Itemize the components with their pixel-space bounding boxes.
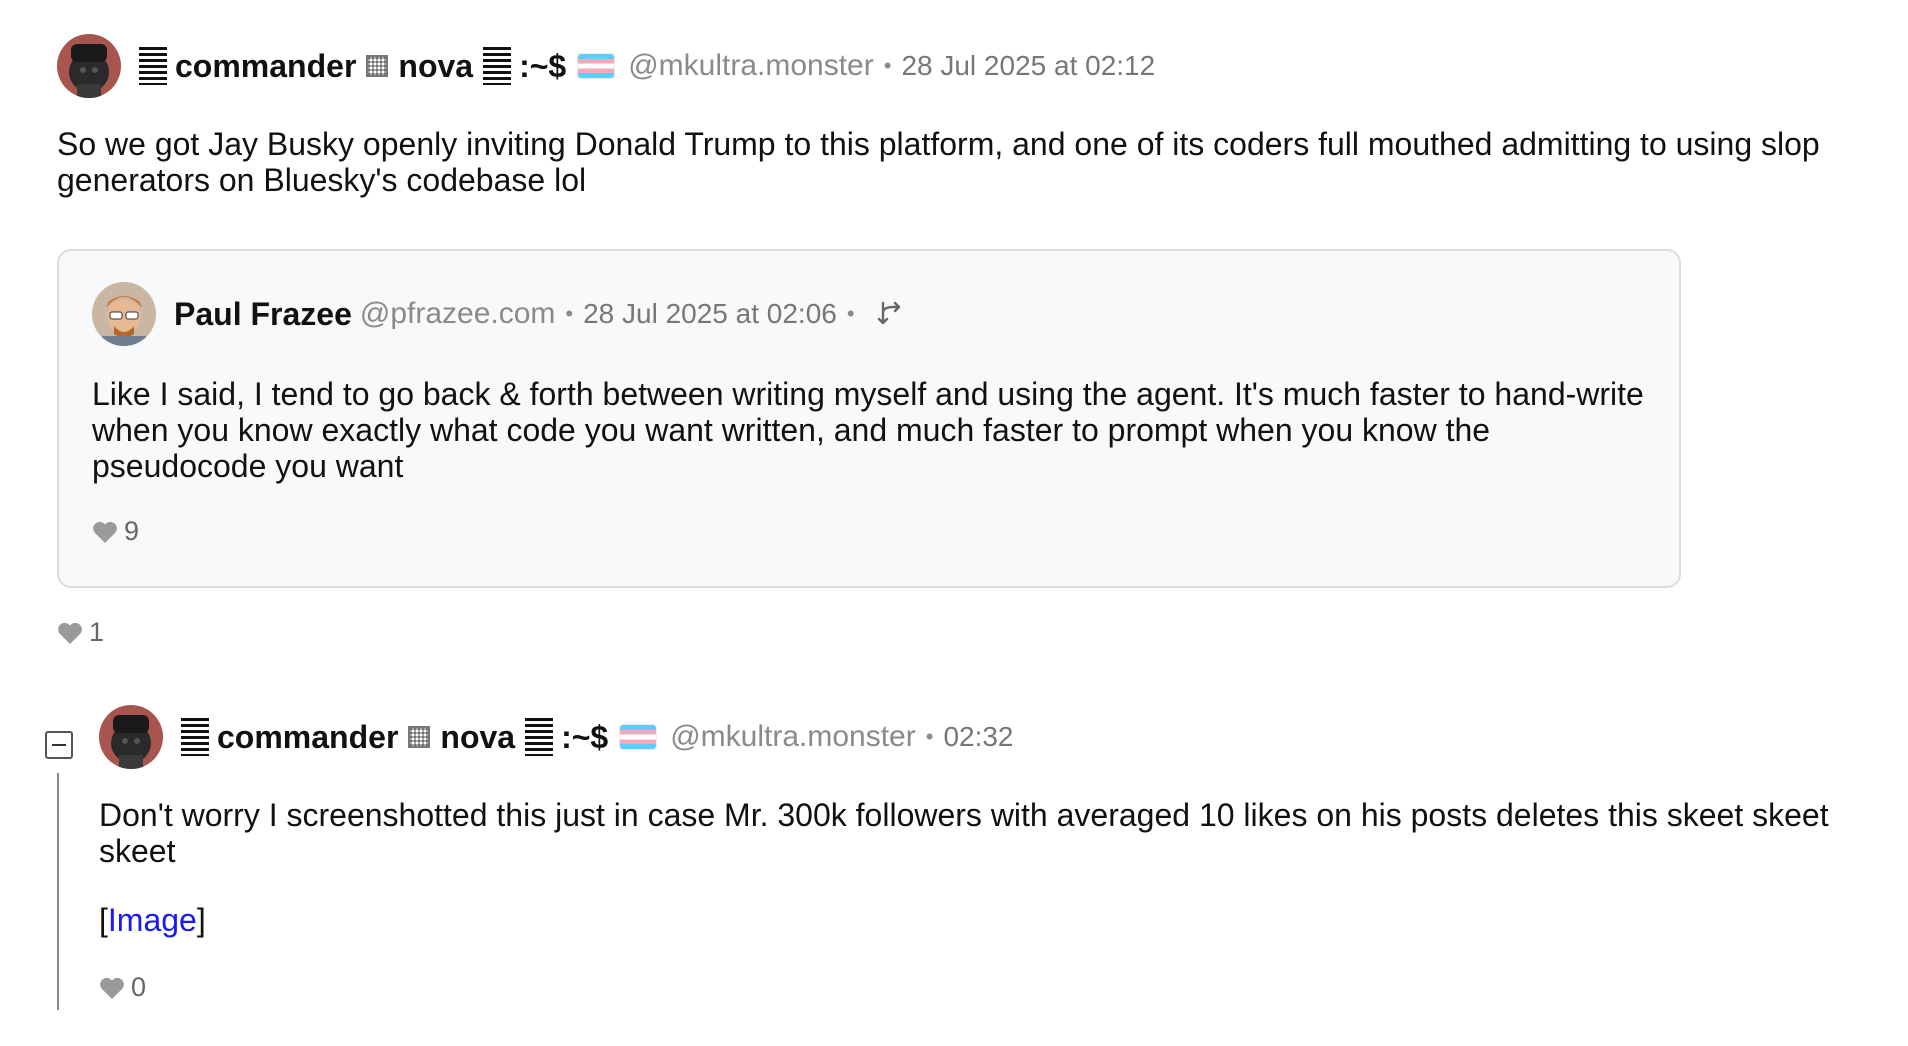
quote-like-button[interactable]: 9 [92,516,139,547]
author-name-tail: :~$ [519,47,567,84]
stripes-glyph-icon [139,47,167,85]
author-display-name[interactable]: commander nova :~$ [181,718,608,756]
thread-line[interactable] [57,773,59,1010]
heart-icon [100,977,124,999]
post-like-button[interactable]: 1 [57,617,104,648]
reply-like-button[interactable]: 0 [99,972,146,1003]
author-name-tail: :~$ [561,718,609,755]
author-display-name[interactable]: commander nova :~$ [139,47,566,85]
reply-timestamp[interactable]: 02:32 [943,721,1013,753]
post-like-count: 1 [89,617,105,647]
image-link[interactable]: Image [108,902,197,938]
post-header: commander nova :~$ @mkultra.monster • 28… [57,34,1155,98]
heart-icon [58,622,82,644]
link-bracket-open: [ [99,902,108,938]
box-glyph-icon [366,55,389,77]
avatar-image [92,282,156,346]
post-timestamp[interactable]: 28 Jul 2025 at 02:12 [901,50,1155,82]
image-link-wrapper: [Image] [99,902,206,938]
quote-text: Like I said, I tend to go back & forth b… [92,376,1644,484]
author-name-prefix: commander [175,47,357,84]
transgender-flag-icon [578,54,615,78]
quote-author-name[interactable]: Paul Frazee [174,296,352,333]
box-glyph-icon [408,726,431,748]
reply-like-count: 0 [131,972,147,1002]
link-bracket-close: ] [196,902,206,938]
author-handle[interactable]: @mkultra.monster [628,49,874,83]
separator-dot: • [925,724,934,749]
quote-timestamp[interactable]: 28 Jul 2025 at 02:06 [583,298,837,330]
stripes-glyph-icon [181,718,209,756]
avatar-image [57,34,121,98]
separator-dot: • [846,301,855,326]
reply-branch-icon[interactable] [875,299,905,329]
heart-icon [93,521,117,543]
avatar[interactable] [92,282,156,346]
author-name-suffix: nova [440,718,516,755]
separator-dot: • [565,301,574,326]
reply-header: commander nova :~$ @mkultra.monster • 02… [99,705,1014,769]
post-text: So we got Jay Busky openly inviting Dona… [57,126,1820,198]
avatar[interactable] [99,705,163,769]
author-name-suffix: nova [398,47,474,84]
stripes-glyph-icon [483,47,512,85]
transgender-flag-icon [620,725,657,749]
stripes-glyph-icon [525,718,554,756]
quote-header: Paul Frazee @pfrazee.com • 28 Jul 2025 a… [92,282,905,346]
reply-author-handle[interactable]: @mkultra.monster [670,720,916,754]
separator-dot: • [883,53,892,78]
avatar[interactable] [57,34,121,98]
collapse-thread-button[interactable] [45,731,73,759]
avatar-image [99,705,163,769]
thread-page: commander nova :~$ @mkultra.monster • 28… [0,0,1908,1046]
quoted-post-card[interactable]: Paul Frazee @pfrazee.com • 28 Jul 2025 a… [57,249,1681,588]
quote-author-handle[interactable]: @pfrazee.com [360,297,556,331]
reply-text: Don't worry I screenshotted this just in… [99,797,1829,869]
quote-like-count: 9 [124,516,140,546]
author-name-prefix: commander [217,718,399,755]
